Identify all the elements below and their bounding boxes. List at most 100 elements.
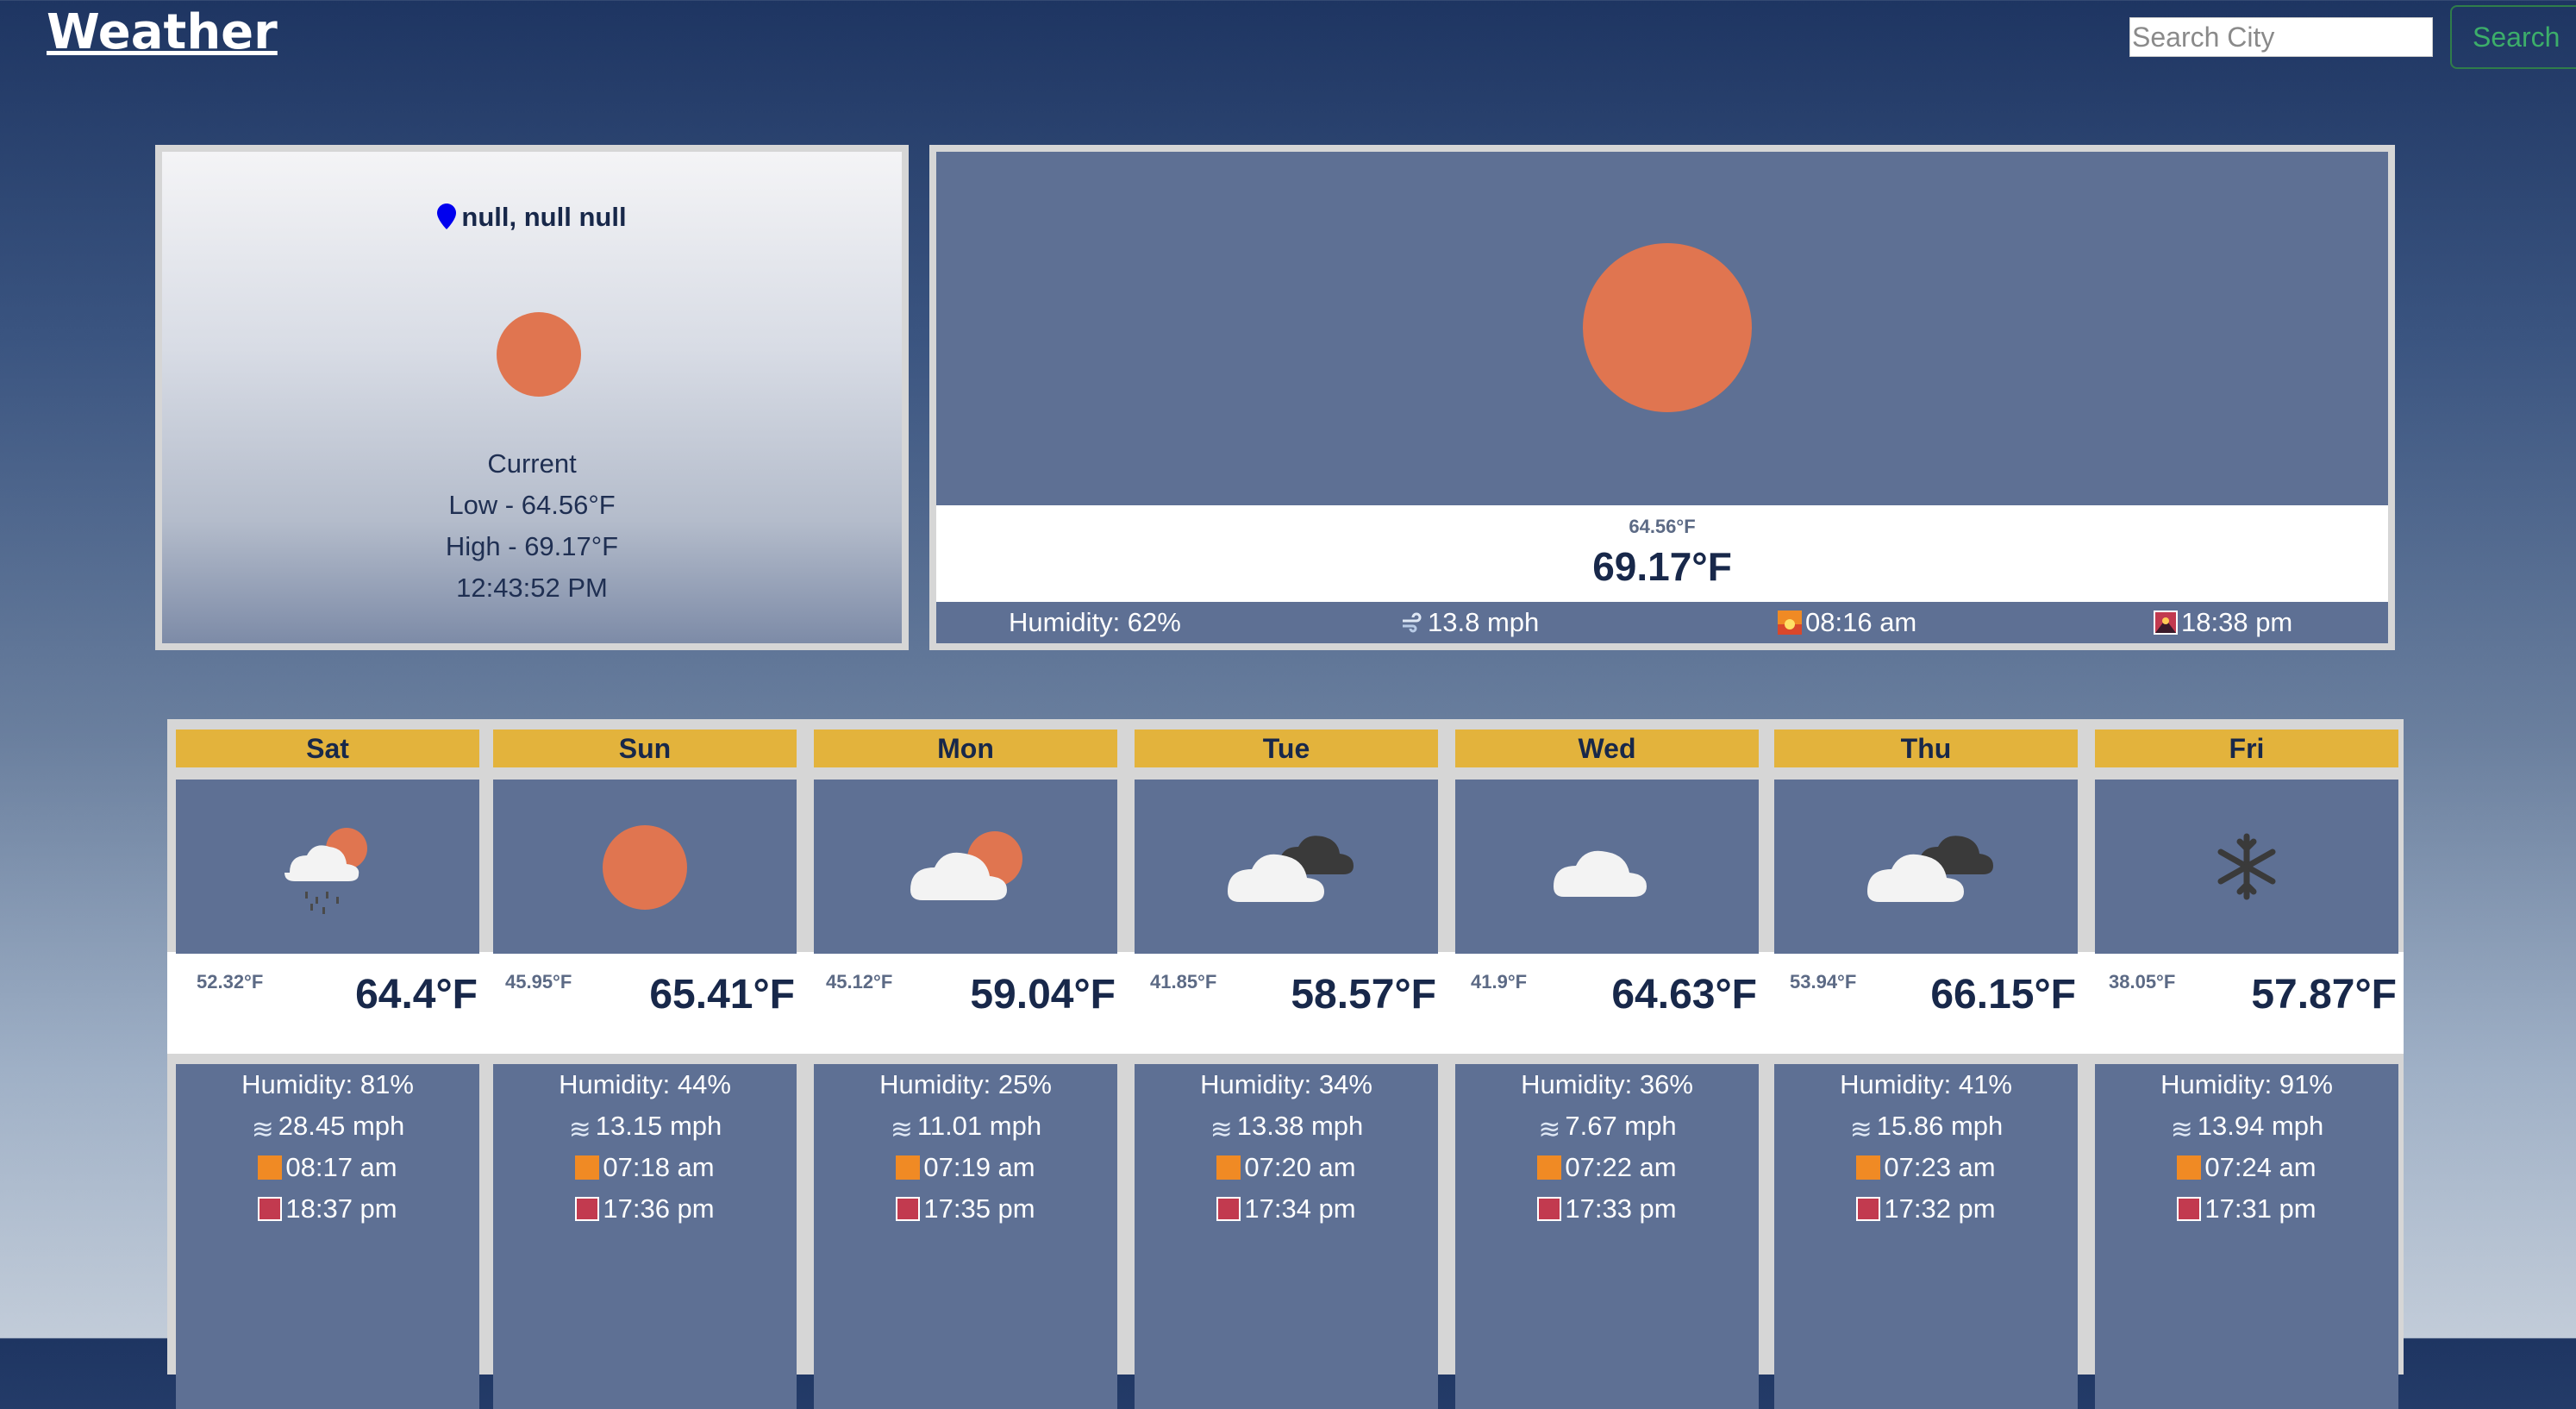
today-humidity: Humidity: 62%: [1009, 607, 1181, 637]
day-sunrise-text: 08:17 am: [285, 1152, 397, 1182]
day-low: 41.85°F: [1150, 971, 1217, 993]
day-sunrise: 07:20 am: [1135, 1147, 1438, 1188]
day-sunset: 18:37 pm: [176, 1188, 479, 1230]
app-title[interactable]: Weather: [47, 2, 278, 64]
sunrise-icon: [1216, 1155, 1241, 1180]
today-sunrise: 08:16 am: [1778, 607, 1916, 638]
broken-clouds-icon: [1867, 836, 1993, 902]
day-wind: ≋ 13.38 mph: [1135, 1105, 1438, 1147]
day-wind-text: 13.15 mph: [595, 1111, 722, 1141]
today-stats: Humidity: 62% 13.8 mph 08:16 am 18:38 pm: [936, 602, 2388, 643]
sunset-icon: [1856, 1197, 1881, 1221]
day-humidity: Humidity: 36%: [1521, 1069, 1693, 1099]
day-sunset: 17:31 pm: [2095, 1188, 2398, 1230]
day-sunrise-text: 07:24 am: [2204, 1152, 2317, 1182]
forecast-day-thu: Thu 53.94°F 66.15°F Humidity: 41% ≋ 15.86…: [1774, 730, 2078, 1409]
sunset-icon: [575, 1197, 600, 1221]
day-sunset-text: 17:33 pm: [1565, 1193, 1677, 1224]
sunset-icon: [2154, 611, 2178, 635]
day-low: 38.05°F: [2109, 971, 2176, 993]
day-low: 41.9°F: [1471, 971, 1528, 993]
day-wind-text: 15.86 mph: [1876, 1111, 2004, 1141]
sunset-icon: [258, 1197, 283, 1221]
day-name: Fri: [2095, 730, 2398, 767]
day-details: Humidity: 44% ≋ 13.15 mph 07:18 am 17:36 …: [493, 1064, 797, 1409]
day-humidity: Humidity: 25%: [879, 1069, 1052, 1099]
day-name: Mon: [814, 730, 1117, 767]
day-name: Sun: [493, 730, 797, 767]
day-details: Humidity: 81% ≋ 28.45 mph 08:17 am 18:37 …: [176, 1064, 479, 1409]
today-sunset-text: 18:38 pm: [2181, 607, 2293, 637]
day-sunrise-text: 07:22 am: [1565, 1152, 1677, 1182]
cloud-icon: [1554, 850, 1647, 897]
sunset-icon: [896, 1197, 921, 1221]
cloud-sun-icon: [910, 831, 1022, 900]
day-image: [814, 780, 1117, 954]
day-sunset-text: 18:37 pm: [285, 1193, 397, 1224]
day-humidity: Humidity: 91%: [2160, 1069, 2333, 1099]
day-wind: ≋ 15.86 mph: [1774, 1105, 2078, 1147]
day-humidity: Humidity: 44%: [559, 1069, 731, 1099]
current-low: Low - 64.56°F: [448, 490, 616, 520]
day-humidity: Humidity: 34%: [1200, 1069, 1372, 1099]
day-wind-text: 13.38 mph: [1236, 1111, 1364, 1141]
day-name: Thu: [1774, 730, 2078, 767]
forecast-day-sun: Sun 45.95°F 65.41°F Humidity: 44% ≋ 13.15…: [493, 730, 797, 1409]
snow-icon: [2217, 833, 2276, 900]
day-high: 65.41°F: [649, 972, 795, 1018]
day-image: [1135, 780, 1438, 954]
sun-icon: [603, 825, 687, 910]
day-high: 57.87°F: [2251, 972, 2397, 1018]
search-input[interactable]: [2129, 17, 2433, 57]
today-wind-text: 13.8 mph: [1428, 607, 1540, 637]
sunrise-icon: [896, 1155, 921, 1180]
sunrise-icon: [1856, 1155, 1881, 1180]
day-sunrise: 07:18 am: [493, 1147, 797, 1188]
wind-icon: ≋: [1849, 1114, 1873, 1144]
day-wind-text: 13.94 mph: [2197, 1111, 2324, 1141]
day-high: 64.4°F: [355, 972, 478, 1018]
sun-icon: [1583, 243, 1752, 412]
sunrise-icon: [258, 1155, 283, 1180]
day-wind-text: 28.45 mph: [278, 1111, 405, 1141]
current-time: 12:43:52 PM: [456, 573, 608, 603]
day-low: 52.32°F: [197, 971, 264, 993]
sunset-icon: [1537, 1197, 1562, 1221]
day-high: 66.15°F: [1930, 972, 2076, 1018]
day-sunset: 17:33 pm: [1455, 1188, 1759, 1230]
day-details: Humidity: 41% ≋ 15.86 mph 07:23 am 17:32 …: [1774, 1064, 2078, 1409]
sunrise-icon: [2177, 1155, 2202, 1180]
wind-icon: ≋: [1538, 1114, 1561, 1144]
day-humidity: Humidity: 41%: [1840, 1069, 2012, 1099]
day-wind: ≋ 28.45 mph: [176, 1105, 479, 1147]
today-high: 69.17°F: [1592, 544, 1732, 589]
day-sunrise: 07:19 am: [814, 1147, 1117, 1188]
forecast-day-sat: Sat 52.32°F 64.4°F Humidity: 81% ≋ 28.45 …: [176, 730, 479, 1409]
search-button[interactable]: Search: [2450, 5, 2576, 69]
forecast-day-mon: Mon 45.12°F 59.04°F Humidity: 25% ≋ 11.01…: [814, 730, 1117, 1409]
day-sunrise-text: 07:19 am: [923, 1152, 1035, 1182]
day-low: 53.94°F: [1790, 971, 1857, 993]
day-high: 58.57°F: [1291, 972, 1436, 1018]
today-sunrise-text: 08:16 am: [1805, 607, 1917, 637]
day-low: 45.95°F: [505, 971, 572, 993]
location-pin-icon: [437, 204, 457, 229]
today-low: 64.56°F: [1629, 516, 1696, 537]
day-name: Sat: [176, 730, 479, 767]
day-details: Humidity: 91% ≋ 13.94 mph 07:24 am 17:31 …: [2095, 1064, 2398, 1409]
day-humidity: Humidity: 81%: [241, 1069, 414, 1099]
wind-icon: ≋: [568, 1114, 591, 1144]
day-wind: ≋ 13.94 mph: [2095, 1105, 2398, 1147]
day-sunrise: 08:17 am: [176, 1147, 479, 1188]
day-details: Humidity: 34% ≋ 13.38 mph 07:20 am 17:34 …: [1135, 1064, 1438, 1409]
wind-icon: [1403, 612, 1422, 633]
current-label: Current: [487, 448, 577, 479]
sunrise-icon: [1778, 611, 1802, 635]
today-temperature: 64.56°F 69.17°F: [936, 505, 2388, 602]
location: null, null null: [162, 202, 902, 233]
day-high: 59.04°F: [970, 972, 1116, 1018]
day-image: [493, 780, 797, 954]
day-wind: ≋ 11.01 mph: [814, 1105, 1117, 1147]
day-details: Humidity: 36% ≋ 7.67 mph 07:22 am 17:33 p…: [1455, 1064, 1759, 1409]
sunset-icon: [1216, 1197, 1241, 1221]
